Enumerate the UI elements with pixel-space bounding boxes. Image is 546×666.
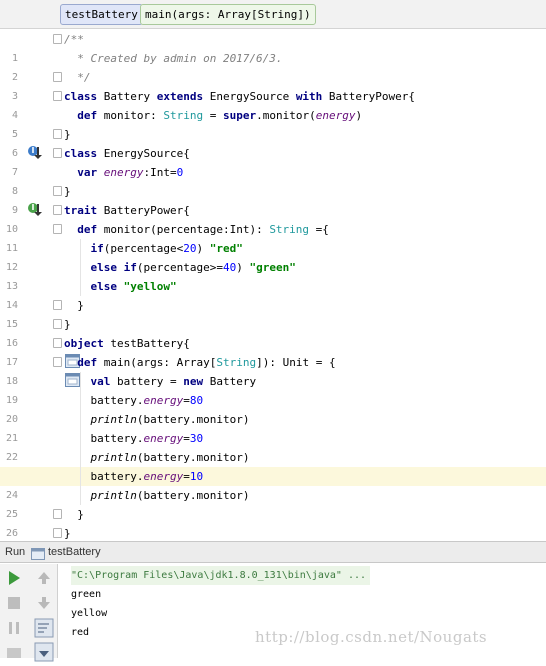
code-line[interactable]: 22 battery.energy=30 <box>0 429 546 463</box>
down-arrow-icon[interactable] <box>34 593 54 613</box>
fold-marker[interactable] <box>53 224 62 234</box>
breadcrumb-method[interactable]: main(args: Array[String]) <box>140 4 316 25</box>
console-command-line: "C:\Program Files\Java\jdk1.8.0_131\bin\… <box>71 566 371 585</box>
up-arrow-icon[interactable] <box>34 568 54 588</box>
current-code-line[interactable]: 24 battery.energy=10 <box>0 467 546 501</box>
fold-marker[interactable] <box>53 129 62 139</box>
breadcrumb-class[interactable]: testBattery <box>60 4 143 25</box>
fold-marker[interactable] <box>53 338 62 348</box>
fold-marker[interactable] <box>53 357 62 367</box>
code-line[interactable]: 12 if(percentage<20) "red" <box>0 239 546 273</box>
code-line[interactable]: 27 } <box>0 524 546 540</box>
code-line[interactable]: 6 } <box>0 125 546 159</box>
run-tab-label[interactable]: Run <box>5 542 25 562</box>
breadcrumb-bar: testBattery main(args: Array[String]) <box>0 0 546 29</box>
code-line[interactable]: 23 println(battery.monitor) <box>0 448 546 482</box>
run-config-name[interactable]: testBattery <box>48 542 101 562</box>
rerun-icon[interactable] <box>4 568 24 588</box>
indent-guide <box>80 372 81 505</box>
watermark: http://blog.csdn.net/Nougats <box>255 628 488 646</box>
code-line[interactable]: 16 } <box>0 315 546 349</box>
fold-marker[interactable] <box>53 528 62 538</box>
code-line[interactable]: 1 /** <box>0 30 546 64</box>
fold-marker[interactable] <box>53 34 62 44</box>
code-line[interactable]: 20 battery.energy=80 <box>0 391 546 425</box>
camera-icon[interactable] <box>4 642 24 662</box>
fold-marker[interactable] <box>53 91 62 101</box>
code-line[interactable]: 5 def monitor: String = super.monitor(en… <box>0 106 546 140</box>
fold-marker[interactable] <box>53 319 62 329</box>
fold-marker[interactable] <box>53 72 62 82</box>
code-line[interactable]: 3 */ <box>0 68 546 102</box>
code-line[interactable]: 7 I class EnergySource{ <box>0 144 546 178</box>
run-toolbar <box>0 564 58 662</box>
run-main-icon[interactable] <box>25 354 80 387</box>
stop-icon[interactable] <box>4 593 24 613</box>
code-line[interactable]: 14 else "yellow" <box>0 277 546 311</box>
indent-guide <box>80 239 81 296</box>
code-line[interactable]: 17 object testBattery{ <box>0 334 546 368</box>
code-line[interactable]: 10 I trait BatteryPower{ <box>0 201 546 235</box>
code-line[interactable]: 19 val battery = new Battery <box>0 372 546 406</box>
soft-wrap-icon[interactable] <box>34 618 54 638</box>
fold-marker[interactable] <box>53 148 62 158</box>
code-line[interactable]: 11 def monitor(percentage:Int): String =… <box>0 220 546 254</box>
code-line[interactable]: 9 } <box>0 182 546 216</box>
fold-marker[interactable] <box>53 205 62 215</box>
pause-icon[interactable] <box>4 618 24 638</box>
code-line[interactable]: 4 class Battery extends EnergySource wit… <box>0 87 546 121</box>
console-output-line: yellow <box>71 608 108 619</box>
scroll-to-end-icon[interactable] <box>34 642 54 662</box>
fold-marker[interactable] <box>53 509 62 519</box>
code-line[interactable]: 13 else if(percentage>=40) "green" <box>0 258 546 292</box>
code-line[interactable]: 25 println(battery.monitor) <box>0 486 546 520</box>
code-editor[interactable]: 1 /** 2 * Created by admin on 2017/6/3. … <box>0 30 546 540</box>
run-object-icon[interactable] <box>25 335 80 368</box>
implemented-trait-icon[interactable]: I <box>28 203 42 217</box>
code-line[interactable]: 21 println(battery.monitor) <box>0 410 546 444</box>
code-line[interactable]: 18 def main(args: Array[String]): Unit =… <box>0 353 546 387</box>
code-line[interactable]: 8 var energy:Int=0 <box>0 163 546 197</box>
console-output-line: green <box>71 589 102 600</box>
fold-marker[interactable] <box>53 300 62 310</box>
code-line[interactable]: 15 } <box>0 296 546 330</box>
code-line[interactable]: 2 * Created by admin on 2017/6/3. <box>0 49 546 83</box>
run-tool-window-header: Run testBattery <box>0 541 546 563</box>
fold-marker[interactable] <box>53 186 62 196</box>
implemented-icon[interactable]: I <box>28 146 42 160</box>
console-output-line: red <box>71 627 90 638</box>
code-line[interactable]: 26 } <box>0 505 546 539</box>
